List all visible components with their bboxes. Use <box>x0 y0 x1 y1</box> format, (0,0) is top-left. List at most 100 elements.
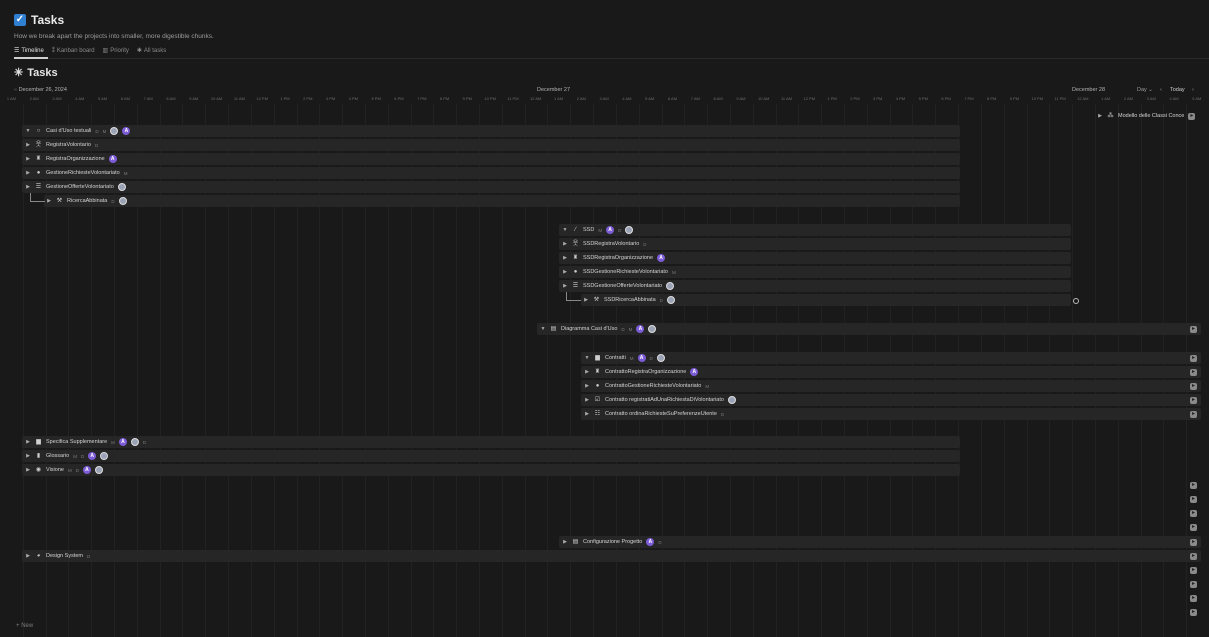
task-bar[interactable] <box>22 464 960 476</box>
open-icon[interactable]: ▸ <box>1190 567 1197 574</box>
task-ricerca-abbinata[interactable]: ▶ ⚒ RicercaAbbinata D <box>46 195 127 207</box>
hour-label: 7 PM <box>417 96 427 101</box>
expand-arrow-icon[interactable]: ▶ <box>562 269 568 275</box>
task-contratto-registra-org[interactable]: ▶ ♜ ContrattoRegistraOrganizzazione A <box>584 366 699 378</box>
expand-arrow-icon[interactable]: ▶ <box>562 283 568 289</box>
open-icon[interactable]: ▸ <box>1190 524 1197 531</box>
task-specifica[interactable]: ▶ ▆ Specifica Supplementare M A D <box>25 436 146 448</box>
task-bar[interactable] <box>22 167 960 179</box>
day-selector[interactable]: Day ⌄ <box>1137 87 1153 93</box>
task-ssd-ricerca-abbinata[interactable]: ▶ ⚒ SSDRicercaAbbinata D <box>583 294 675 306</box>
open-icon[interactable]: ▸ <box>1190 539 1197 546</box>
task-contratto-gestione-richieste[interactable]: ▶ ● ContrattoGestioneRichiesteVolontaria… <box>584 380 709 392</box>
avatar <box>727 396 736 404</box>
task-label: Contratto ordinaRichiesteSuPreferenzeUte… <box>605 411 717 417</box>
avatar <box>100 452 109 460</box>
expand-arrow-icon[interactable]: ▶ <box>25 142 31 148</box>
avatar <box>666 282 675 290</box>
expand-arrow-icon[interactable]: ▶ <box>562 241 568 247</box>
task-bar[interactable] <box>22 153 960 165</box>
hour-label: 7 PM <box>964 96 974 101</box>
collapse-arrow-icon[interactable]: ▼ <box>540 326 546 332</box>
task-glossario[interactable]: ▶ ▮ Glossario M D A <box>25 450 109 462</box>
task-ssd-gestione-offerte[interactable]: ▶ ☰ SSDGestioneOfferteVolontariato <box>562 280 675 292</box>
open-icon[interactable]: ▸ <box>1190 609 1197 616</box>
dependency-connector <box>30 193 45 202</box>
collapse-arrow-icon[interactable]: ▼ <box>25 128 31 134</box>
tab-priority[interactable]: ▥ Priority <box>103 47 129 55</box>
open-icon[interactable]: ▸ <box>1190 383 1197 390</box>
open-icon[interactable]: ▸ <box>1190 326 1197 333</box>
task-contratto-registrati[interactable]: ▶ ☑ Contratto registratiAdUnaRichiestaDi… <box>584 394 736 406</box>
expand-arrow-icon[interactable]: ▶ <box>584 369 590 375</box>
task-ssd-registra-volontario[interactable]: ▶ 웃 SSDRegistraVolontario D <box>562 238 646 250</box>
task-bar[interactable] <box>22 436 960 448</box>
tab-kanban-board[interactable]: ⁑ Kanban board <box>52 47 95 55</box>
expand-arrow-icon[interactable]: ▶ <box>1097 113 1103 119</box>
open-icon[interactable]: ▸ <box>1190 553 1197 560</box>
task-gestione-offerte[interactable]: ▶ ☰ GestioneOfferteVolontariato <box>25 181 126 193</box>
open-icon[interactable]: ▸ <box>1190 482 1197 489</box>
expand-arrow-icon[interactable]: ▶ <box>25 156 31 162</box>
open-icon[interactable]: ▸ <box>1190 510 1197 517</box>
task-registra-organizzazione[interactable]: ▶ ♜ RegistraOrganizzazione A <box>25 153 117 165</box>
expand-arrow-icon[interactable]: ▶ <box>25 453 31 459</box>
task-bar[interactable] <box>581 352 1201 364</box>
eye-icon: ◉ <box>35 466 42 473</box>
expand-arrow-icon[interactable]: ▶ <box>25 467 31 473</box>
task-ssd-gestione-richieste[interactable]: ▶ ● SSDGestioneRichiesteVolontariato M <box>562 266 676 278</box>
next-button[interactable]: › <box>1192 87 1194 93</box>
expand-arrow-icon[interactable]: ▶ <box>25 553 31 559</box>
expand-arrow-icon[interactable]: ▶ <box>584 397 590 403</box>
task-ssd[interactable]: ▼ ⁄ SSD M A D <box>562 224 634 236</box>
task-bar[interactable] <box>559 224 1071 236</box>
expand-arrow-icon[interactable]: ▶ <box>25 170 31 176</box>
task-bar[interactable] <box>22 181 960 193</box>
expand-arrow-icon[interactable]: ▶ <box>584 383 590 389</box>
open-icon[interactable]: ▸ <box>1190 355 1197 362</box>
expand-arrow-icon[interactable]: ▶ <box>584 411 590 417</box>
task-bar[interactable] <box>22 125 960 137</box>
task-gestione-richieste[interactable]: ▶ ● GestioneRichiesteVolontariato M <box>25 167 127 179</box>
expand-arrow-icon[interactable]: ▶ <box>562 255 568 261</box>
collapse-arrow-icon[interactable]: ▼ <box>584 355 590 361</box>
task-bar[interactable] <box>22 550 1201 562</box>
open-icon[interactable]: ▸ <box>1190 411 1197 418</box>
task-casi-duso[interactable]: ▼ ○ Casi d'Uso testuali D M A <box>25 125 131 137</box>
task-bar[interactable] <box>22 450 960 462</box>
today-button[interactable]: Today <box>1170 87 1185 93</box>
task-contratti[interactable]: ▼ ▆ Contratti M A D <box>584 352 665 364</box>
task-diagramma[interactable]: ▼ ▤ Diagramma Casi d'Uso D M A <box>540 323 657 335</box>
open-icon[interactable]: ▸ <box>1190 581 1197 588</box>
task-registra-volontario[interactable]: ▶ 웃 RegistraVolontario D <box>25 139 98 151</box>
task-ssd-registra-organizzazione[interactable]: ▶ ♜ SSDRegistraOrganizzazione A <box>562 252 666 264</box>
task-label: Contratto registratiAdUnaRichiestaDiVolo… <box>605 397 724 403</box>
open-icon[interactable]: ▸ <box>1190 496 1197 503</box>
task-modello-classi[interactable]: ▶ ⁂ Modello delle Classi Conce ▸ <box>1097 110 1196 122</box>
task-configurazione[interactable]: ▶ ▤ Configurazione Progetto A D <box>562 536 662 548</box>
task-contratto-ordina[interactable]: ▶ ☷ Contratto ordinaRichiesteSuPreferenz… <box>584 408 724 420</box>
open-icon[interactable]: ▸ <box>1190 595 1197 602</box>
chevron-double-left-icon[interactable]: « <box>14 87 17 93</box>
hour-label: 2 PM <box>850 96 860 101</box>
dependency-endpoint[interactable] <box>1073 298 1079 304</box>
open-icon[interactable]: ▸ <box>1188 112 1196 120</box>
new-task-button[interactable]: + New <box>16 623 33 629</box>
tag: M <box>705 383 710 389</box>
task-visione[interactable]: ▶ ◉ Visione M D A <box>25 464 103 476</box>
expand-arrow-icon[interactable]: ▶ <box>583 297 589 303</box>
expand-arrow-icon[interactable]: ▶ <box>25 439 31 445</box>
tab-timeline[interactable]: ☰ Timeline <box>14 47 44 55</box>
task-design-system[interactable]: ▶ ◕ Design System D <box>25 550 90 562</box>
expand-arrow-icon[interactable]: ▶ <box>25 184 31 190</box>
collapse-arrow-icon[interactable]: ▼ <box>562 227 568 233</box>
task-bar[interactable] <box>44 195 960 207</box>
prev-button[interactable]: ‹ <box>1160 87 1162 93</box>
expand-arrow-icon[interactable]: ▶ <box>46 198 52 204</box>
open-icon[interactable]: ▸ <box>1190 397 1197 404</box>
expand-arrow-icon[interactable]: ▶ <box>562 539 568 545</box>
task-bar[interactable] <box>22 139 960 151</box>
tab-all-tasks[interactable]: ✱ All tasks <box>137 47 166 55</box>
hour-label: 10 AM <box>210 96 223 101</box>
open-icon[interactable]: ▸ <box>1190 369 1197 376</box>
